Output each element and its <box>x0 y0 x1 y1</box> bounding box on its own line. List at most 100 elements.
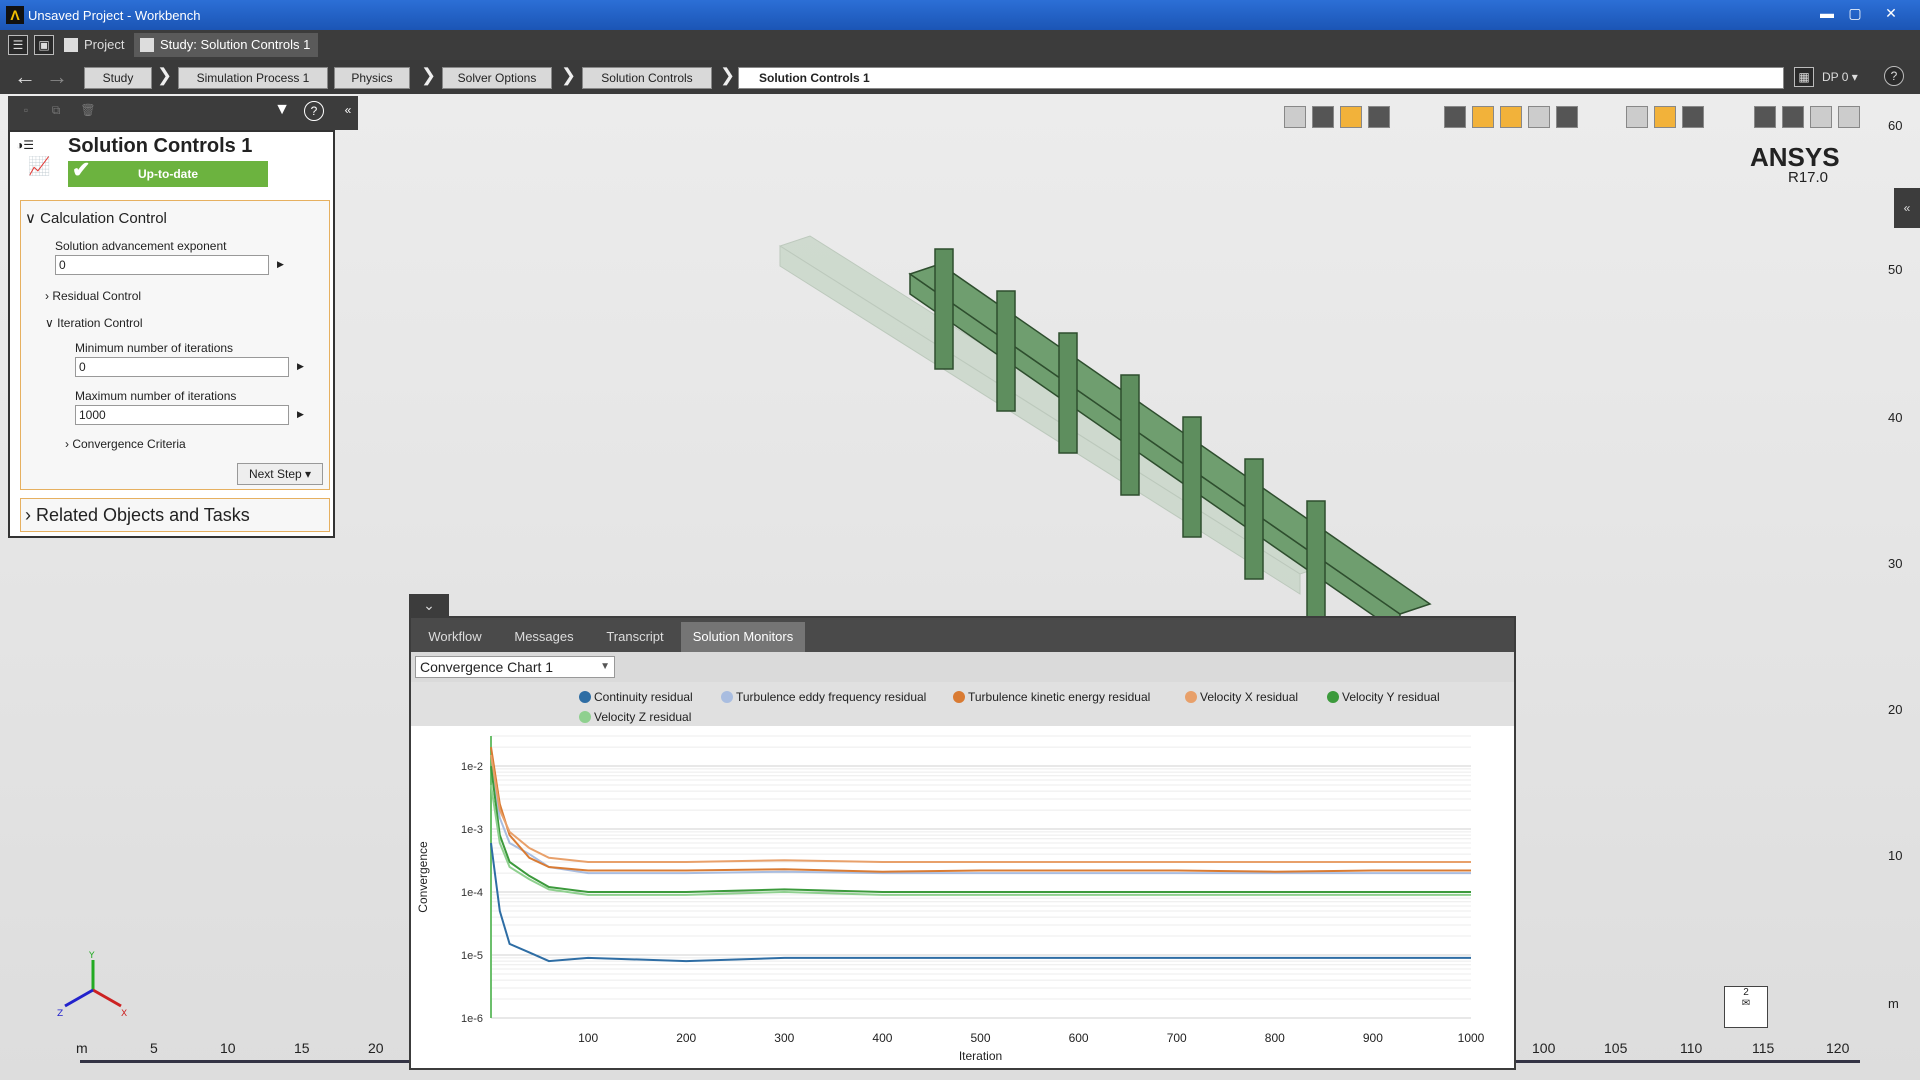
x-tick-label: 400 <box>872 1031 892 1045</box>
x-tick-label: 300 <box>774 1031 794 1045</box>
geometry-post <box>1182 416 1202 538</box>
breadcrumb-current: Solution Controls 1 <box>738 67 1784 89</box>
x-axis-label: Iteration <box>959 1049 1002 1063</box>
arrow-right-icon[interactable]: ▶ <box>277 259 284 270</box>
svg-text:X: X <box>121 1009 127 1019</box>
status-text: Up-to-date <box>138 167 198 181</box>
legend-item[interactable]: Continuity residual <box>579 690 693 704</box>
y-tick-label: 1e-4 <box>461 887 483 899</box>
legend-label: Velocity X residual <box>1200 690 1299 704</box>
chart-select-value: Convergence Chart 1 <box>420 659 554 675</box>
tab-bar: ☰ ▣ Project Study: Solution Controls 1 <box>0 30 1920 60</box>
tab-project-label: Project <box>84 37 125 52</box>
layout-icon[interactable]: ▦ <box>1794 67 1814 87</box>
legend-swatch <box>579 691 591 703</box>
geometry-post <box>934 248 954 370</box>
x-tick-label: 600 <box>1069 1031 1089 1045</box>
maximize-button[interactable]: ▢ <box>1844 3 1866 23</box>
menu-icon[interactable]: ☰ <box>8 35 28 55</box>
next-step-button[interactable]: Next Step ▾ <box>237 463 323 485</box>
filter-icon[interactable]: ▼ <box>272 101 292 121</box>
scale-label: m <box>76 1040 88 1056</box>
breadcrumb-solution-controls[interactable]: Solution Controls <box>582 67 712 89</box>
legend-item[interactable]: Turbulence kinetic energy residual <box>953 690 1150 704</box>
new-icon[interactable]: ▫ <box>16 101 36 121</box>
breadcrumb: ← → Study ❯ Simulation Process 1 Physics… <box>0 60 1920 94</box>
iteration-control-header[interactable]: ∨ Iteration Control <box>45 316 143 330</box>
legend-item[interactable]: Turbulence eddy frequency residual <box>721 690 926 704</box>
back-arrow-icon[interactable]: ← <box>14 64 36 90</box>
arrow-right-icon[interactable]: ▶ <box>297 361 304 372</box>
legend-item[interactable]: Velocity Y residual <box>1327 690 1440 704</box>
legend-label: Turbulence eddy frequency residual <box>736 690 927 704</box>
scale-label: 100 <box>1532 1040 1556 1056</box>
series-line <box>490 754 1471 863</box>
breadcrumb-physics[interactable]: Physics <box>334 67 410 89</box>
svg-text:Y: Y <box>88 951 95 961</box>
tab-transcript[interactable]: Transcript <box>593 622 677 652</box>
scale-label: 110 <box>1680 1040 1703 1056</box>
max-iter-field[interactable]: 1000 <box>75 405 289 425</box>
scale-label: 115 <box>1752 1040 1775 1056</box>
y-tick-label: 1e-2 <box>461 761 483 773</box>
help-icon[interactable]: ? <box>304 101 324 121</box>
close-button[interactable]: ✕ <box>1880 3 1902 23</box>
save-icon[interactable]: ▣ <box>34 35 54 55</box>
dock-tabs: Workflow Messages Transcript Solution Mo… <box>411 618 1514 652</box>
convergence-criteria-header[interactable]: › Convergence Criteria <box>65 437 186 451</box>
convergence-chart[interactable]: 1e-2 1e-3 1e-4 1e-5 1e-6 100 200 300 400 500 600 70… <box>411 726 1514 1066</box>
iteration-control-label: Iteration Control <box>57 316 143 330</box>
geometry-post <box>996 290 1016 412</box>
tab-workflow[interactable]: Workflow <box>415 622 495 652</box>
breadcrumb-solver-options[interactable]: Solver Options <box>442 67 552 89</box>
messages-icon[interactable]: 2 ✉ <box>1724 986 1768 1028</box>
breadcrumb-study[interactable]: Study <box>84 67 152 89</box>
x-tick-label: 200 <box>676 1031 696 1045</box>
related-objects-header[interactable]: › Related Objects and Tasks <box>25 505 250 526</box>
dock-collapse-icon[interactable]: ⌄ <box>409 594 449 616</box>
scale-label: 15 <box>294 1040 310 1056</box>
legend-label: Turbulence kinetic energy residual <box>968 690 1151 704</box>
tab-study[interactable]: Study: Solution Controls 1 <box>134 33 319 57</box>
y-axis-label: Convergence <box>416 841 430 913</box>
legend-item[interactable]: Velocity X residual <box>1185 690 1298 704</box>
legend-item[interactable]: Velocity Z residual <box>579 710 691 724</box>
collapse-left-icon[interactable]: « <box>338 101 358 121</box>
max-iter-label: Maximum number of iterations <box>75 389 237 403</box>
scale-label: 105 <box>1604 1040 1628 1056</box>
help-icon[interactable]: ? <box>1884 66 1904 86</box>
check-icon: ✔ <box>72 157 91 182</box>
tab-project[interactable]: Project <box>58 33 132 57</box>
residual-control-header[interactable]: › Residual Control <box>45 289 141 303</box>
scale-label: 30 <box>1888 556 1903 571</box>
calculation-control-label: Calculation Control <box>40 210 167 227</box>
y-tick-label: 1e-6 <box>461 1013 483 1025</box>
y-tick-label: 1e-3 <box>461 824 483 836</box>
copy-icon[interactable]: ⧉ <box>46 101 66 121</box>
arrow-right-icon[interactable]: ▶ <box>297 409 304 420</box>
design-point-dropdown[interactable]: DP 0 ▾ <box>1822 67 1858 87</box>
y-tick-label: 1e-5 <box>461 950 483 962</box>
x-tick-label: 500 <box>970 1031 990 1045</box>
breadcrumb-simulation-process[interactable]: Simulation Process 1 <box>178 67 328 89</box>
min-iter-field[interactable]: 0 <box>75 357 289 377</box>
minimize-button[interactable]: ▬ <box>1816 3 1838 23</box>
delete-icon[interactable]: 🗑 <box>78 101 98 121</box>
x-tick-label: 900 <box>1363 1031 1383 1045</box>
panel-toolbar: ▫ ⧉ 🗑 ▼ ? « <box>8 96 358 130</box>
related-objects-group[interactable]: › Related Objects and Tasks <box>20 498 330 532</box>
toggle-icon[interactable]: ◑☰ <box>16 138 46 152</box>
scale-label: 20 <box>368 1040 384 1056</box>
scale-label: 40 <box>1888 410 1903 425</box>
related-objects-label: Related Objects and Tasks <box>36 505 250 525</box>
calculation-control-header[interactable]: ∨ Calculation Control <box>25 209 167 227</box>
convergence-criteria-label: Convergence Criteria <box>72 437 186 451</box>
tab-solution-monitors[interactable]: Solution Monitors <box>681 622 805 652</box>
chart-select-dropdown[interactable]: Convergence Chart 1 ▼ <box>415 656 615 678</box>
svg-text:Z: Z <box>57 1009 63 1019</box>
chart-icon: 📈 <box>28 156 51 176</box>
adv-exp-field[interactable]: 0 <box>55 255 269 275</box>
tab-messages[interactable]: Messages <box>499 622 589 652</box>
scale-label: 50 <box>1888 262 1903 277</box>
forward-arrow-icon[interactable]: → <box>46 64 68 90</box>
